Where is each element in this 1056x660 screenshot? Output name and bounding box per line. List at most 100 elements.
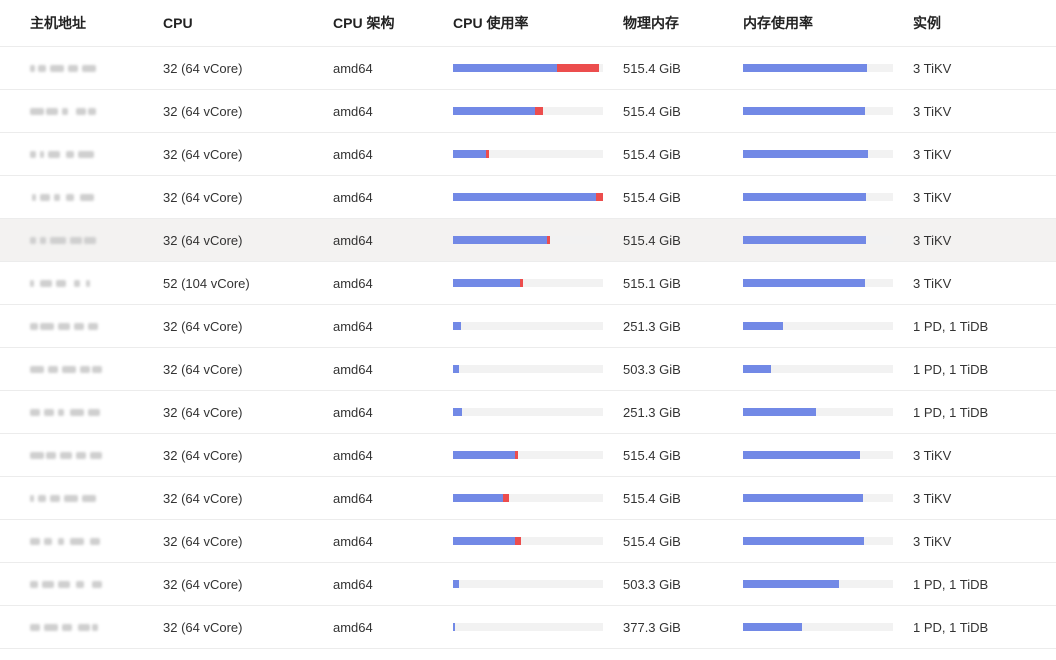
cpu-usage-fill-high bbox=[486, 150, 489, 158]
cpu-usage-fill bbox=[453, 451, 515, 459]
cpu-arch: amd64 bbox=[333, 619, 373, 635]
cpu-arch: amd64 bbox=[333, 404, 373, 420]
cpu-usage-fill-high bbox=[515, 537, 521, 545]
cpu-usage-fill bbox=[453, 150, 486, 158]
cpu-usage-bar bbox=[453, 279, 603, 287]
redacted-host-blur bbox=[30, 147, 102, 161]
physical-memory: 251.3 GiB bbox=[623, 404, 681, 420]
column-header-instances[interactable]: 实例 bbox=[913, 0, 1053, 46]
cpu-cores: 32 (64 vCore) bbox=[163, 232, 243, 248]
memory-usage-fill bbox=[743, 107, 865, 115]
cpu-arch: amd64 bbox=[333, 189, 373, 205]
cpu-usage-bar bbox=[453, 623, 603, 631]
instances: 1 PD, 1 TiDB bbox=[913, 404, 989, 420]
redacted-host-blur bbox=[30, 534, 102, 548]
memory-usage-bar bbox=[743, 236, 893, 244]
table-header: 主机地址 CPU CPU 架构 CPU 使用率 物理内存 内存使用率 实例 bbox=[0, 0, 1056, 47]
cpu-usage-cell bbox=[453, 348, 613, 390]
column-header-host[interactable]: 主机地址 bbox=[30, 0, 150, 46]
instances: 3 TiKV bbox=[913, 189, 952, 205]
host-address-redacted bbox=[30, 391, 150, 433]
memory-usage-fill bbox=[743, 150, 868, 158]
physical-memory: 515.4 GiB bbox=[623, 232, 681, 248]
cpu-usage-bar bbox=[453, 580, 603, 588]
redacted-host-blur bbox=[30, 448, 102, 462]
memory-usage-cell bbox=[743, 348, 903, 390]
host-address-redacted bbox=[30, 434, 150, 476]
memory-usage-bar bbox=[743, 580, 893, 588]
instances: 3 TiKV bbox=[913, 232, 952, 248]
cpu-cores: 32 (64 vCore) bbox=[163, 189, 243, 205]
cpu-usage-cell bbox=[453, 219, 613, 261]
physical-memory: 515.4 GiB bbox=[623, 490, 681, 506]
memory-usage-fill bbox=[743, 494, 863, 502]
table-row[interactable]: 32 (64 vCore) amd64 515.4 GiB 3 TiKV bbox=[0, 133, 1056, 176]
memory-usage-fill bbox=[743, 623, 802, 631]
cpu-usage-fill bbox=[453, 193, 596, 201]
memory-usage-cell bbox=[743, 434, 903, 476]
table-row[interactable]: 32 (64 vCore) amd64 515.4 GiB 3 TiKV bbox=[0, 477, 1056, 520]
table-row[interactable]: 32 (64 vCore) amd64 515.4 GiB 3 TiKV bbox=[0, 434, 1056, 477]
column-header-memory[interactable]: 物理内存 bbox=[623, 0, 733, 46]
cpu-cores: 32 (64 vCore) bbox=[163, 533, 243, 549]
memory-usage-bar bbox=[743, 107, 893, 115]
cpu-cores: 32 (64 vCore) bbox=[163, 60, 243, 76]
physical-memory: 251.3 GiB bbox=[623, 318, 681, 334]
cpu-usage-fill-high bbox=[520, 279, 523, 287]
memory-usage-bar bbox=[743, 623, 893, 631]
cpu-usage-bar bbox=[453, 537, 603, 545]
table-row[interactable]: 32 (64 vCore) amd64 251.3 GiB 1 PD, 1 TiDB bbox=[0, 305, 1056, 348]
table-row[interactable]: 32 (64 vCore) amd64 515.4 GiB 3 TiKV bbox=[0, 520, 1056, 563]
cpu-usage-cell bbox=[453, 563, 613, 605]
table-row[interactable]: 32 (64 vCore) amd64 251.3 GiB 1 PD, 1 TiDB bbox=[0, 391, 1056, 434]
host-table: 主机地址 CPU CPU 架构 CPU 使用率 物理内存 内存使用率 实例 32… bbox=[0, 0, 1056, 649]
instances: 3 TiKV bbox=[913, 103, 952, 119]
column-header-cpu-arch[interactable]: CPU 架构 bbox=[333, 0, 443, 46]
memory-usage-fill bbox=[743, 580, 839, 588]
table-row[interactable]: 32 (64 vCore) amd64 515.4 GiB 3 TiKV bbox=[0, 47, 1056, 90]
memory-usage-fill bbox=[743, 64, 867, 72]
cpu-usage-fill bbox=[453, 537, 515, 545]
cpu-usage-cell bbox=[453, 47, 613, 89]
table-row[interactable]: 32 (64 vCore) amd64 503.3 GiB 1 PD, 1 TiDB bbox=[0, 348, 1056, 391]
cpu-usage-fill bbox=[453, 107, 535, 115]
host-address-redacted bbox=[30, 348, 150, 390]
physical-memory: 515.4 GiB bbox=[623, 447, 681, 463]
table-row[interactable]: 32 (64 vCore) amd64 515.4 GiB 3 TiKV bbox=[0, 90, 1056, 133]
memory-usage-cell bbox=[743, 563, 903, 605]
table-row[interactable]: 32 (64 vCore) amd64 515.4 GiB 3 TiKV bbox=[0, 176, 1056, 219]
column-header-cpu-usage[interactable]: CPU 使用率 bbox=[453, 0, 613, 46]
redacted-host-blur bbox=[30, 620, 102, 634]
cpu-usage-fill bbox=[453, 236, 547, 244]
cpu-cores: 32 (64 vCore) bbox=[163, 361, 243, 377]
cpu-usage-cell bbox=[453, 434, 613, 476]
memory-usage-cell bbox=[743, 477, 903, 519]
cpu-usage-cell bbox=[453, 305, 613, 347]
cpu-usage-fill-high bbox=[535, 107, 543, 115]
cpu-usage-bar bbox=[453, 236, 603, 244]
cpu-arch: amd64 bbox=[333, 103, 373, 119]
memory-usage-fill bbox=[743, 537, 864, 545]
instances: 1 PD, 1 TiDB bbox=[913, 361, 989, 377]
cpu-usage-cell bbox=[453, 520, 613, 562]
memory-usage-fill bbox=[743, 365, 771, 373]
memory-usage-cell bbox=[743, 391, 903, 433]
cpu-arch: amd64 bbox=[333, 318, 373, 334]
column-header-memory-usage[interactable]: 内存使用率 bbox=[743, 0, 903, 46]
cpu-usage-fill-high bbox=[596, 193, 603, 201]
host-address-redacted bbox=[30, 520, 150, 562]
memory-usage-bar bbox=[743, 494, 893, 502]
column-header-cpu[interactable]: CPU bbox=[163, 0, 323, 46]
table-row[interactable]: 32 (64 vCore) amd64 503.3 GiB 1 PD, 1 TiDB bbox=[0, 563, 1056, 606]
redacted-host-blur bbox=[30, 104, 102, 118]
host-address-redacted bbox=[30, 90, 150, 132]
table-row[interactable]: 32 (64 vCore) amd64 377.3 GiB 1 PD, 1 TiDB bbox=[0, 606, 1056, 649]
table-row[interactable]: 32 (64 vCore) amd64 515.4 GiB 3 TiKV bbox=[0, 219, 1056, 262]
memory-usage-bar bbox=[743, 193, 893, 201]
cpu-usage-cell bbox=[453, 606, 613, 648]
memory-usage-fill bbox=[743, 408, 816, 416]
cpu-usage-fill bbox=[453, 408, 462, 416]
memory-usage-cell bbox=[743, 305, 903, 347]
redacted-host-blur bbox=[30, 276, 102, 290]
table-row[interactable]: 52 (104 vCore) amd64 515.1 GiB 3 TiKV bbox=[0, 262, 1056, 305]
